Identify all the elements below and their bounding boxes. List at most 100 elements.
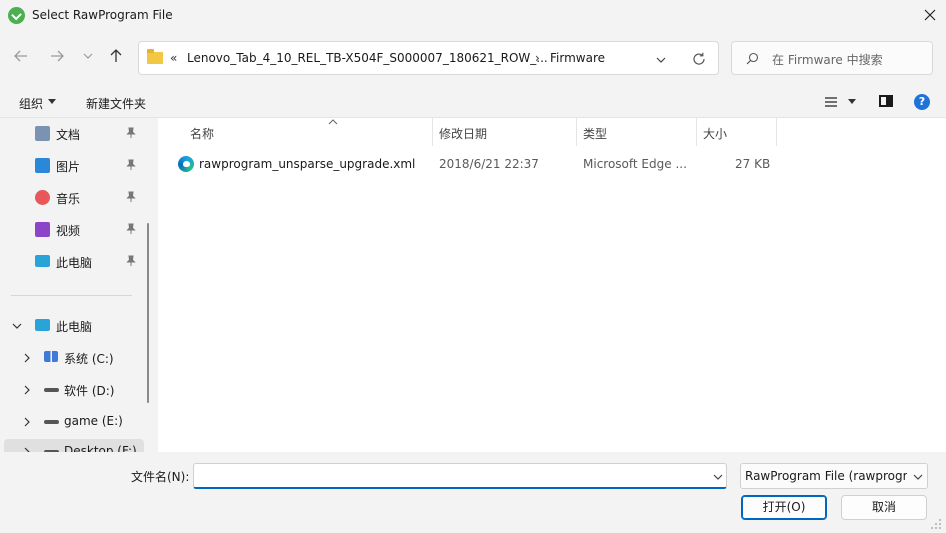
column-header-size[interactable]: 大小 bbox=[695, 118, 775, 146]
pin-icon[interactable] bbox=[126, 159, 136, 171]
sidebar-item-label: 图片 bbox=[56, 160, 81, 174]
arrow-up-icon bbox=[110, 49, 122, 62]
preview-pane-icon[interactable] bbox=[879, 95, 893, 107]
chevron-down-icon[interactable] bbox=[712, 473, 724, 481]
chevron-down-icon[interactable] bbox=[655, 54, 667, 66]
column-header-label: 类型 bbox=[583, 127, 608, 141]
music-icon bbox=[35, 190, 50, 205]
sort-ascending-icon bbox=[328, 119, 338, 125]
sidebar-item-videos[interactable]: 视频 bbox=[0, 217, 140, 243]
chevron-down-icon bbox=[83, 53, 93, 59]
app-download-icon bbox=[8, 7, 25, 24]
file-modified: 2018/6/21 22:37 bbox=[439, 157, 539, 171]
resize-grip-icon[interactable] bbox=[930, 518, 942, 530]
sidebar-item-documents[interactable]: 文档 bbox=[0, 121, 140, 147]
file-size: 27 KB bbox=[735, 157, 771, 171]
this-pc-icon bbox=[35, 255, 50, 267]
filename-input[interactable] bbox=[193, 463, 727, 489]
refresh-icon[interactable] bbox=[691, 51, 707, 67]
chevron-down-icon bbox=[913, 474, 923, 480]
tree-item-label: game (E:) bbox=[64, 414, 123, 428]
tree-item-label: Desktop (F:) bbox=[64, 444, 137, 452]
file-type: Microsoft Edge ... bbox=[583, 157, 687, 171]
pictures-icon bbox=[35, 158, 50, 173]
search-box[interactable]: 在 Firmware 中搜索 bbox=[731, 41, 933, 75]
close-icon bbox=[924, 9, 936, 21]
folder-icon bbox=[147, 49, 163, 64]
column-header-label: 名称 bbox=[190, 127, 215, 141]
filetype-dropdown-button[interactable] bbox=[907, 464, 927, 488]
chevron-right-icon[interactable] bbox=[22, 385, 32, 395]
sidebar-item-music[interactable]: 音乐 bbox=[0, 185, 140, 211]
back-button[interactable] bbox=[12, 47, 32, 67]
caret-down-icon[interactable] bbox=[848, 99, 856, 104]
breadcrumb-overflow[interactable]: « bbox=[170, 51, 177, 65]
drive-icon bbox=[44, 388, 59, 392]
navigation-bar: « Lenovo_Tab_4_10_REL_TB-X504F_S000007_1… bbox=[0, 32, 946, 84]
up-button[interactable] bbox=[107, 47, 127, 67]
tree-item-drive-f[interactable]: Desktop (F:) bbox=[4, 439, 144, 452]
tree-item-drive-d[interactable]: 软件 (D:) bbox=[0, 377, 140, 403]
breadcrumb-current[interactable]: Firmware bbox=[550, 51, 605, 65]
chevron-right-icon[interactable] bbox=[22, 417, 32, 427]
caret-down-icon bbox=[48, 99, 56, 104]
view-list-icon[interactable] bbox=[824, 96, 838, 108]
close-button[interactable] bbox=[914, 0, 946, 32]
column-header-label: 修改日期 bbox=[439, 127, 488, 141]
sidebar-item-pictures[interactable]: 图片 bbox=[0, 153, 140, 179]
open-button[interactable]: 打开(O) bbox=[741, 495, 827, 520]
this-pc-icon bbox=[35, 319, 50, 331]
tree-item-label: 系统 (C:) bbox=[64, 352, 114, 366]
search-icon bbox=[746, 52, 759, 65]
title-bar: Select RawProgram File bbox=[0, 0, 946, 32]
sidebar-item-label: 音乐 bbox=[56, 192, 81, 206]
sidebar-scrollbar[interactable] bbox=[147, 223, 149, 403]
breadcrumb-separator[interactable]: › bbox=[535, 51, 540, 65]
column-divider[interactable] bbox=[776, 118, 777, 146]
tree-item-this-pc[interactable]: 此电脑 bbox=[0, 313, 140, 339]
new-folder-button[interactable]: 新建文件夹 bbox=[86, 95, 146, 112]
column-header-type[interactable]: 类型 bbox=[575, 118, 695, 146]
chevron-down-icon[interactable] bbox=[12, 321, 22, 331]
drive-icon bbox=[44, 420, 59, 424]
tree-item-label: 软件 (D:) bbox=[64, 384, 115, 398]
file-list[interactable]: 名称 修改日期 类型 大小 rawprogram_unsparse_upgrad… bbox=[158, 118, 946, 452]
column-header-modified[interactable]: 修改日期 bbox=[431, 118, 575, 146]
recent-locations-button[interactable] bbox=[81, 47, 101, 67]
tree-item-drive-e[interactable]: game (E:) bbox=[0, 409, 140, 435]
breadcrumb-parent[interactable]: Lenovo_Tab_4_10_REL_TB-X504F_S000007_180… bbox=[187, 51, 548, 65]
file-row[interactable]: rawprogram_unsparse_upgrade.xml 2018/6/2… bbox=[174, 152, 774, 178]
column-header-label: 大小 bbox=[703, 127, 728, 141]
dialog-footer: 文件名(N): RawProgram File (rawprogram*.xml… bbox=[0, 452, 946, 533]
pin-icon[interactable] bbox=[126, 191, 136, 203]
address-bar[interactable]: « Lenovo_Tab_4_10_REL_TB-X504F_S000007_1… bbox=[138, 41, 719, 75]
forward-button[interactable] bbox=[48, 47, 68, 67]
tree-item-label: 此电脑 bbox=[56, 320, 93, 334]
search-placeholder: 在 Firmware 中搜索 bbox=[772, 53, 883, 67]
arrow-left-icon bbox=[14, 50, 27, 62]
filetype-select[interactable]: RawProgram File (rawprogram*.xml) bbox=[740, 463, 928, 489]
column-header-name[interactable]: 名称 bbox=[182, 118, 432, 146]
windows-drive-icon bbox=[44, 351, 58, 362]
documents-icon bbox=[35, 126, 50, 141]
sidebar-item-label: 文档 bbox=[56, 128, 81, 142]
filetype-value: RawProgram File (rawprogram*.xml) bbox=[745, 469, 927, 483]
sidebar-divider bbox=[11, 295, 132, 296]
help-icon[interactable]: ? bbox=[914, 94, 930, 110]
chevron-right-icon[interactable] bbox=[22, 353, 32, 363]
command-bar: 组织 新建文件夹 ? bbox=[0, 84, 946, 118]
sidebar-item-label: 视频 bbox=[56, 224, 81, 238]
pin-icon[interactable] bbox=[126, 127, 136, 139]
sidebar-item-this-pc-pinned[interactable]: 此电脑 bbox=[0, 249, 140, 275]
sidebar-item-label: 此电脑 bbox=[56, 256, 93, 270]
edge-icon bbox=[178, 156, 194, 172]
navigation-pane[interactable]: 文档 图片 音乐 视频 此电脑 此电脑 系统 (C:) 软件 (D:) game… bbox=[0, 118, 150, 452]
cancel-button[interactable]: 取消 bbox=[841, 495, 927, 520]
tree-item-drive-c[interactable]: 系统 (C:) bbox=[0, 345, 140, 371]
pin-icon[interactable] bbox=[126, 223, 136, 235]
organize-button[interactable]: 组织 bbox=[19, 95, 43, 112]
filename-label: 文件名(N): bbox=[131, 470, 190, 484]
pin-icon[interactable] bbox=[126, 255, 136, 267]
arrow-right-icon bbox=[51, 50, 64, 62]
file-name: rawprogram_unsparse_upgrade.xml bbox=[199, 157, 416, 171]
